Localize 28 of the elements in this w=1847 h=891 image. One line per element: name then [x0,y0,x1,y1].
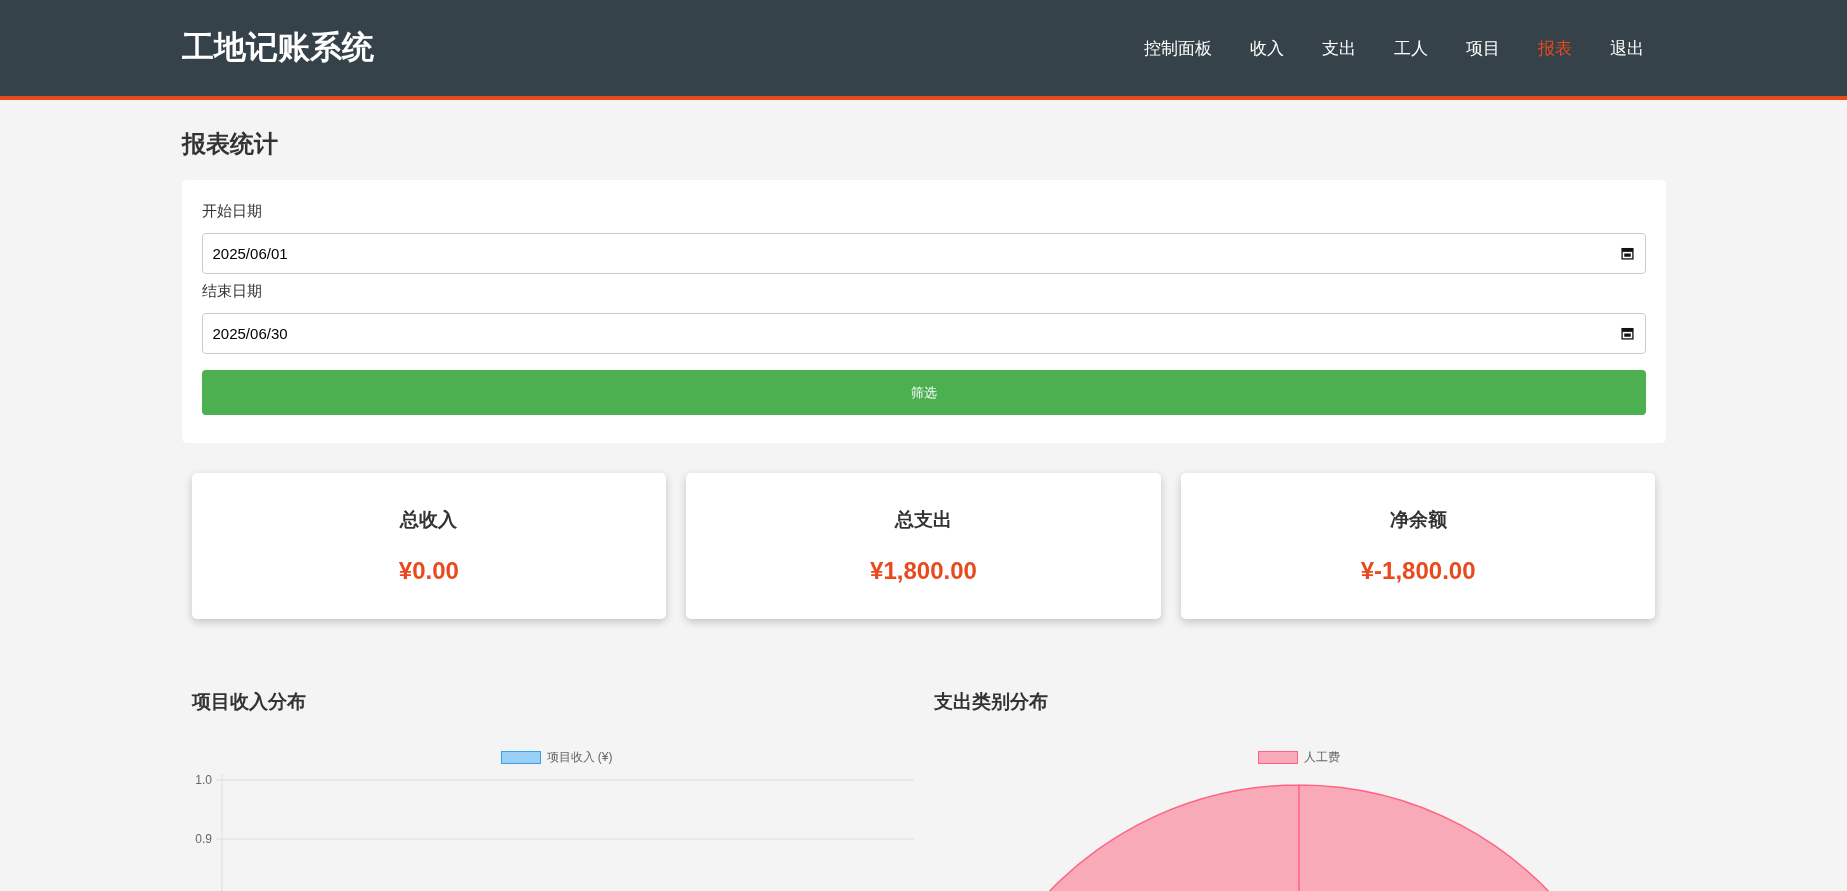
field-label: 结束日期 [201,282,263,301]
logo-title: 工地记账系统 [181,28,374,67]
nav-link[interactable]: 控制面板 [1143,36,1212,60]
nav-link[interactable]: 退出 [1609,36,1644,60]
calendar-icon[interactable] [1620,247,1634,260]
legend-label[interactable]: 人工费 [1303,749,1340,766]
nav-link[interactable]: 收入 [1249,36,1284,60]
card-title: 净余额 [1389,508,1447,532]
field-label: 开始日期 [201,202,263,221]
date-field[interactable]: 2025/06/30 [201,313,1646,354]
card-title: 总支出 [895,508,952,532]
page-title: 报表统计 [181,129,279,159]
date-field[interactable]: 2025/06/01 [201,233,1646,274]
nav-link[interactable]: 项目 [1465,36,1500,60]
chart-title: 项目收入分布 [191,690,307,714]
legend-swatch[interactable] [1257,751,1298,764]
calendar-icon[interactable] [1620,327,1634,340]
chart-title: 支出类别分布 [933,690,1049,714]
card-title: 总收入 [400,508,458,532]
legend-label[interactable]: 项目收入 (¥) [546,749,613,766]
legend-swatch[interactable] [500,751,541,764]
card-amount: ¥1,800.00 [870,557,977,585]
axis-tick-label: 0.9 [194,832,212,846]
nav-link[interactable]: 工人 [1393,36,1428,60]
nav-link[interactable]: 支出 [1321,36,1356,60]
card-amount: ¥0.00 [398,557,459,585]
axis-tick-label: 1.0 [194,773,212,787]
card-amount: ¥-1,800.00 [1360,557,1476,585]
